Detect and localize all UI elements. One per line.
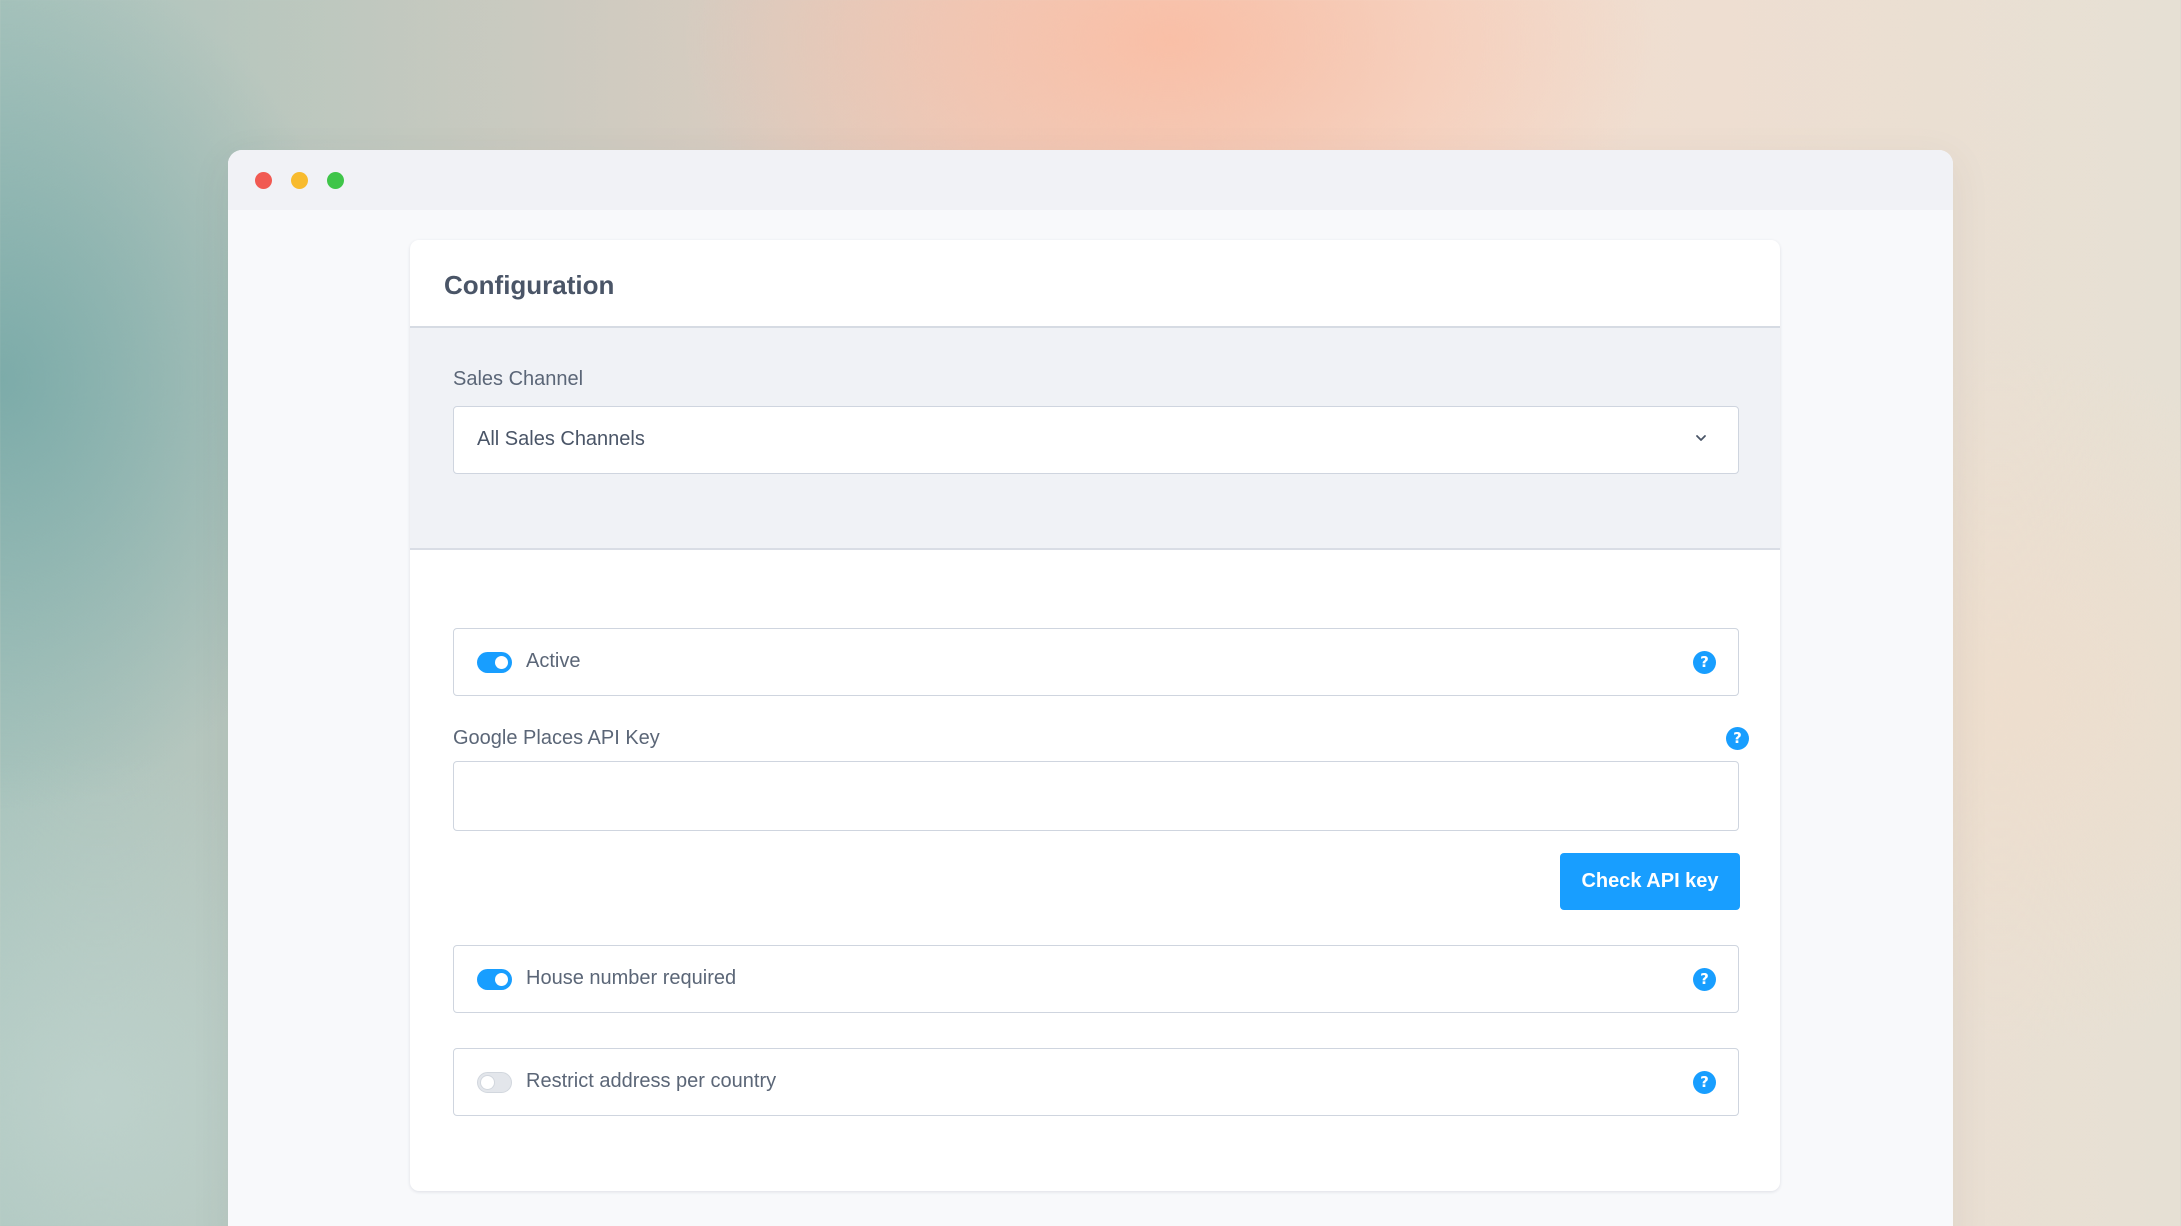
toggle-knob bbox=[495, 973, 508, 986]
sales-channel-select[interactable]: All Sales Channels bbox=[453, 406, 1739, 474]
toggle-knob bbox=[481, 1076, 494, 1089]
help-icon[interactable]: ? bbox=[1693, 651, 1716, 674]
active-label: Active bbox=[526, 650, 581, 672]
restrict-country-label: Restrict address per country bbox=[526, 1070, 777, 1092]
chevron-down-icon bbox=[1696, 435, 1706, 441]
help-icon[interactable]: ? bbox=[1726, 727, 1749, 750]
api-key-label: Google Places API Key bbox=[453, 727, 660, 749]
minimize-window-button[interactable] bbox=[291, 172, 308, 189]
active-toggle[interactable] bbox=[477, 652, 512, 673]
house-number-label: House number required bbox=[526, 967, 737, 989]
restrict-country-toggle[interactable] bbox=[477, 1072, 512, 1093]
page-title: Configuration bbox=[444, 270, 615, 300]
configuration-card: Configuration Sales Channel All Sales Ch… bbox=[410, 240, 1780, 1191]
active-switch-field: Active ? bbox=[453, 628, 1739, 696]
close-window-button[interactable] bbox=[255, 172, 272, 189]
house-number-switch-field: House number required ? bbox=[453, 945, 1739, 1013]
help-icon[interactable]: ? bbox=[1693, 968, 1716, 991]
sales-channel-selected-value: All Sales Channels bbox=[477, 428, 645, 450]
restrict-country-switch-field: Restrict address per country ? bbox=[453, 1048, 1739, 1116]
sales-channel-section: Sales Channel All Sales Channels bbox=[410, 328, 1780, 550]
toggle-knob bbox=[495, 656, 508, 669]
api-key-input[interactable] bbox=[453, 761, 1739, 831]
sales-channel-label: Sales Channel bbox=[453, 368, 584, 390]
check-api-key-button[interactable]: Check API key bbox=[1560, 853, 1740, 910]
help-icon[interactable]: ? bbox=[1693, 1071, 1716, 1094]
maximize-window-button[interactable] bbox=[327, 172, 344, 189]
house-number-toggle[interactable] bbox=[477, 969, 512, 990]
card-header: Configuration bbox=[410, 240, 1780, 328]
window-titlebar bbox=[228, 150, 1953, 210]
app-window: Configuration Sales Channel All Sales Ch… bbox=[228, 150, 1953, 1226]
